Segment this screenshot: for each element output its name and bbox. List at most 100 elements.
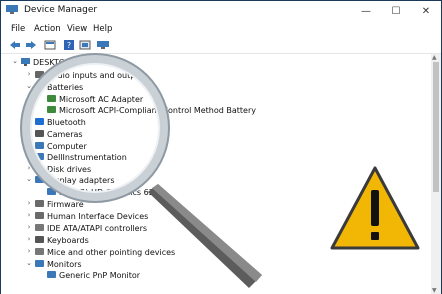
tree-item-label: Mice and other pointing devices bbox=[47, 248, 176, 257]
display-icon bbox=[47, 188, 56, 195]
title-bar: Device Manager — ☐ ✕ bbox=[1, 1, 441, 21]
tree-item-label: Microsoft ACPI-Compliant Control Method … bbox=[59, 106, 257, 115]
firmware-icon bbox=[35, 200, 44, 207]
ide-icon bbox=[35, 224, 44, 231]
device-manager-window: Device Manager — ☐ ✕ File Action View He… bbox=[1, 1, 441, 294]
tree-item-label: DellInstrumentation bbox=[47, 153, 127, 162]
help-icon[interactable]: ? bbox=[63, 40, 75, 50]
tree-item-label: Microsoft AC Adapter bbox=[59, 95, 144, 104]
collapse-chevron-icon[interactable]: ⌄ bbox=[25, 259, 33, 267]
close-button[interactable]: ✕ bbox=[411, 1, 441, 21]
tree-item[interactable]: › DellInstrumentation bbox=[25, 152, 285, 163]
expand-chevron-icon[interactable]: › bbox=[25, 223, 33, 231]
tree-item[interactable]: › Disk drives bbox=[25, 164, 285, 175]
tree-item[interactable]: › Audio inputs and outputs bbox=[25, 70, 285, 81]
battery-icon bbox=[47, 106, 56, 113]
tree-item-label: Batteries bbox=[47, 83, 84, 92]
tree-item[interactable]: Generic PnP Monitor bbox=[37, 270, 297, 281]
minimize-button[interactable]: — bbox=[351, 1, 381, 21]
expand-chevron-icon[interactable]: › bbox=[25, 199, 33, 207]
back-icon[interactable] bbox=[9, 40, 21, 50]
tree-item[interactable]: Microsoft AC Adapter bbox=[37, 94, 297, 105]
computer-icon bbox=[21, 58, 30, 66]
tree-item-label: Firmware bbox=[47, 200, 84, 209]
tree-item[interactable]: ⌄ Display adapters bbox=[25, 175, 285, 186]
update-driver-icon[interactable] bbox=[79, 40, 91, 50]
expand-chevron-icon[interactable]: › bbox=[25, 247, 33, 255]
tree-item[interactable]: Intel(R) HD Graphics 620 bbox=[37, 187, 297, 198]
tree-item[interactable]: Microsoft ACPI-Compliant Control Method … bbox=[37, 105, 297, 116]
expand-chevron-icon[interactable]: › bbox=[25, 70, 33, 78]
audio-icon bbox=[35, 71, 44, 78]
forward-icon[interactable] bbox=[25, 40, 37, 50]
camera-icon bbox=[35, 130, 44, 137]
window-title: Device Manager bbox=[24, 5, 98, 15]
tree-item-label: Generic PnP Monitor bbox=[59, 271, 141, 280]
collapse-chevron-icon[interactable]: ⌄ bbox=[11, 57, 19, 65]
disk-icon bbox=[35, 165, 44, 172]
tree-item[interactable]: ⌄ Monitors bbox=[25, 259, 285, 270]
tree-item-label: Display adapters bbox=[47, 176, 115, 185]
maximize-button[interactable]: ☐ bbox=[381, 1, 411, 21]
battery-icon bbox=[35, 83, 44, 90]
expand-chevron-icon[interactable]: › bbox=[25, 152, 33, 160]
menu-action[interactable]: Action bbox=[34, 24, 61, 34]
svg-text:?: ? bbox=[67, 41, 71, 50]
menu-file[interactable]: File bbox=[11, 24, 25, 34]
tree-item-label: Intel(R) HD Graphics 620 bbox=[59, 188, 159, 197]
properties-icon[interactable] bbox=[44, 40, 56, 50]
bluetooth-icon bbox=[35, 118, 44, 125]
menu-view[interactable]: View bbox=[67, 24, 87, 34]
hid-icon bbox=[35, 212, 44, 219]
scroll-up-icon[interactable]: ▲ bbox=[432, 54, 437, 61]
tree-item[interactable]: › Bluetooth bbox=[25, 117, 285, 128]
expand-chevron-icon[interactable]: › bbox=[25, 164, 33, 172]
tree-root[interactable]: ⌄ DESKTOP-9C719GA bbox=[11, 57, 211, 68]
expand-chevron-icon[interactable]: › bbox=[25, 235, 33, 243]
collapse-chevron-icon[interactable]: ⌄ bbox=[25, 175, 33, 183]
menu-bar: File Action View Help bbox=[1, 21, 441, 37]
expand-chevron-icon[interactable]: › bbox=[25, 117, 33, 125]
tree-item[interactable]: › Cameras bbox=[25, 129, 285, 140]
tree-item-label: Disk drives bbox=[47, 165, 92, 174]
computer-icon bbox=[35, 142, 44, 149]
tree-item[interactable]: › Keyboards bbox=[25, 235, 285, 246]
tree-item-label: Audio inputs and outputs bbox=[47, 71, 148, 80]
battery-icon bbox=[47, 95, 56, 102]
scroll-down-icon[interactable]: ▼ bbox=[432, 287, 437, 294]
expand-chevron-icon[interactable]: › bbox=[25, 129, 33, 137]
tree-item-label: IDE ATA/ATAPI controllers bbox=[47, 224, 148, 233]
menu-help[interactable]: Help bbox=[93, 24, 112, 34]
close-icon: ✕ bbox=[421, 5, 431, 17]
minimize-icon: — bbox=[361, 5, 371, 17]
tree-item[interactable]: › Mice and other pointing devices bbox=[25, 247, 285, 258]
tree-item-label: Human Interface Devices bbox=[47, 212, 149, 221]
maximize-icon: ☐ bbox=[391, 5, 401, 17]
keyboard-icon bbox=[35, 236, 44, 243]
device-icon bbox=[35, 153, 44, 160]
display-icon bbox=[35, 176, 44, 183]
monitor-icon bbox=[47, 271, 56, 278]
expand-chevron-icon[interactable]: › bbox=[25, 211, 33, 219]
device-manager-icon bbox=[6, 5, 18, 14]
tree-item-label: Monitors bbox=[47, 260, 82, 269]
mouse-icon bbox=[35, 248, 44, 255]
tree-item[interactable]: › Computer bbox=[25, 141, 285, 152]
tree-item[interactable]: › Human Interface Devices bbox=[25, 211, 285, 222]
toolbar: ? bbox=[1, 37, 441, 54]
monitor-icon bbox=[35, 260, 44, 267]
tree-item[interactable]: › IDE ATA/ATAPI controllers bbox=[25, 223, 285, 234]
expand-chevron-icon[interactable]: › bbox=[25, 141, 33, 149]
tree-item-label: Bluetooth bbox=[47, 118, 86, 127]
tree-item-label: Cameras bbox=[47, 130, 83, 139]
collapse-chevron-icon[interactable]: ⌄ bbox=[25, 82, 33, 90]
tree-item[interactable]: › Firmware bbox=[25, 199, 285, 210]
device-tree: ⌄ DESKTOP-9C719GA › Audio inputs and outp… bbox=[1, 54, 431, 294]
tree-item[interactable]: ⌄ Batteries bbox=[25, 82, 285, 93]
tree-root-label: DESKTOP-9C719GA bbox=[33, 58, 111, 67]
tree-item-label: Keyboards bbox=[47, 236, 89, 245]
scan-hardware-icon[interactable] bbox=[97, 40, 109, 50]
scrollbar-thumb[interactable] bbox=[433, 62, 439, 192]
tree-item-label: Computer bbox=[47, 142, 87, 151]
vertical-scrollbar[interactable]: ▲ ▼ bbox=[431, 54, 441, 294]
